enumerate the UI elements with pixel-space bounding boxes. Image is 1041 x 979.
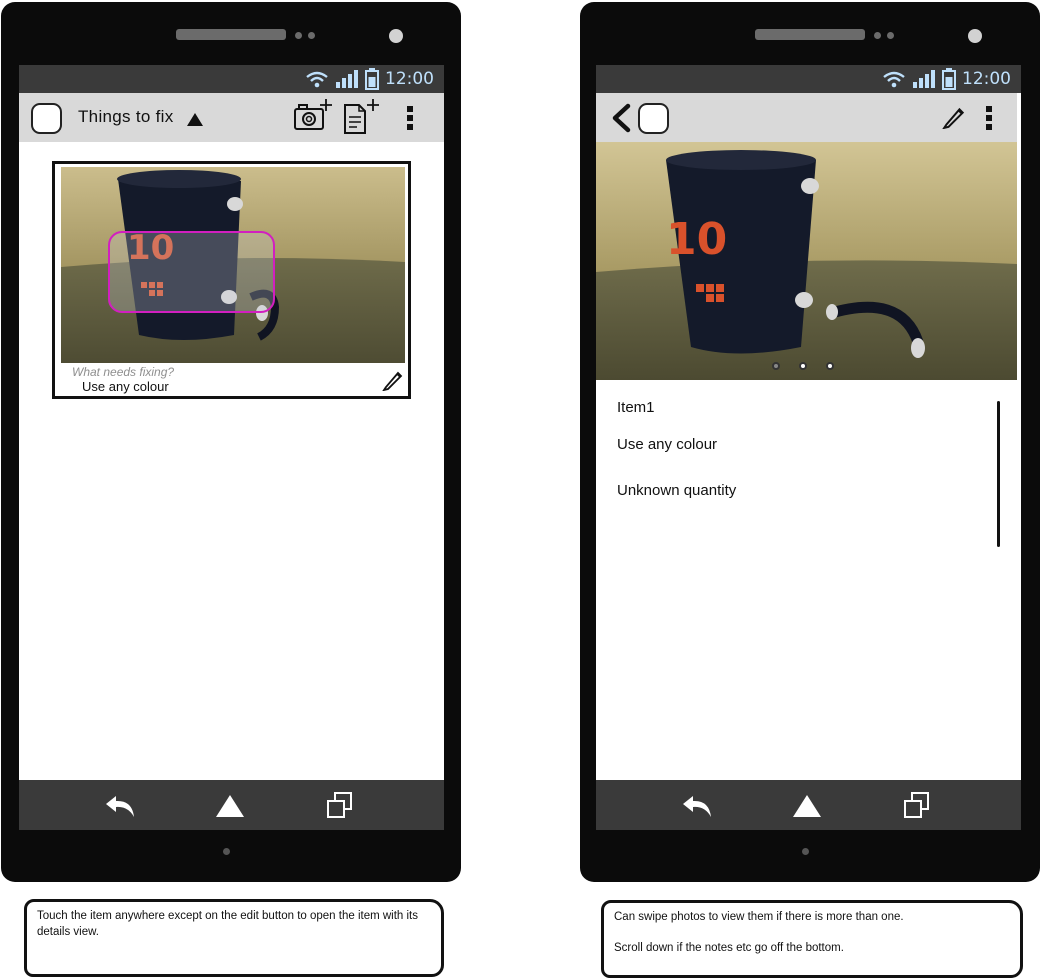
home-indicator bbox=[802, 848, 809, 855]
battery-icon bbox=[365, 68, 379, 90]
photo-gallery[interactable]: 10 bbox=[596, 142, 1017, 380]
annotation-text: Can swipe photos to view them if there i… bbox=[614, 911, 904, 923]
photo-page-indicator[interactable] bbox=[772, 362, 780, 370]
photo-page-indicator[interactable] bbox=[799, 362, 807, 370]
speaker-grille bbox=[176, 29, 286, 40]
action-bar: Things to fix bbox=[19, 93, 444, 142]
app-icon[interactable] bbox=[638, 103, 669, 134]
add-photo-icon[interactable] bbox=[292, 97, 334, 133]
annotation-note-left: Touch the item anywhere except on the ed… bbox=[24, 899, 444, 977]
photo-page-indicator[interactable] bbox=[826, 362, 834, 370]
sensor-dot bbox=[295, 32, 302, 39]
dropdown-caret-icon[interactable] bbox=[187, 113, 203, 126]
status-time: 12:00 bbox=[385, 69, 434, 89]
detail-screen: 12:00 10 Item1 Use any colour Unknown qu… bbox=[596, 65, 1021, 830]
nav-back-icon[interactable] bbox=[680, 790, 716, 822]
nav-home-icon[interactable] bbox=[212, 790, 248, 822]
nav-recents-icon[interactable] bbox=[322, 790, 358, 822]
app-icon[interactable] bbox=[31, 103, 62, 134]
page-title[interactable]: Things to fix bbox=[78, 107, 174, 127]
navigation-bar bbox=[19, 780, 444, 830]
add-note-icon[interactable] bbox=[341, 97, 383, 135]
sensor-dot bbox=[887, 32, 894, 39]
item-title: Item1 bbox=[617, 399, 655, 416]
front-camera bbox=[389, 29, 403, 43]
item-description: Use any colour bbox=[82, 379, 169, 394]
item-card[interactable]: 10 What needs fixing? Use any colour bbox=[52, 161, 411, 399]
annotation-text: Touch the item anywhere except on the ed… bbox=[37, 910, 419, 938]
status-time: 12:00 bbox=[962, 69, 1011, 89]
annotation-text: Scroll down if the notes etc go off the … bbox=[614, 942, 844, 954]
action-bar bbox=[596, 93, 1017, 142]
status-bar: 12:00 bbox=[19, 65, 444, 93]
edit-pencil-icon[interactable] bbox=[942, 105, 966, 129]
item-placeholder: What needs fixing? bbox=[72, 365, 175, 379]
nav-home-icon[interactable] bbox=[789, 790, 825, 822]
item-note: Unknown quantity bbox=[617, 482, 737, 499]
sensor-dot bbox=[308, 32, 315, 39]
item-photo: 10 bbox=[61, 167, 405, 363]
nav-back-icon[interactable] bbox=[103, 790, 139, 822]
phone-frame-list: 12:00 Things to fix 10 What needs fixing… bbox=[1, 2, 461, 882]
overflow-menu-icon[interactable] bbox=[985, 106, 993, 130]
sensor-dot bbox=[874, 32, 881, 39]
front-camera bbox=[968, 29, 982, 43]
home-indicator bbox=[223, 848, 230, 855]
selection-highlight bbox=[108, 231, 275, 313]
status-bar: 12:00 bbox=[596, 65, 1021, 93]
speaker-grille bbox=[755, 29, 865, 40]
edit-pencil-icon[interactable] bbox=[382, 369, 404, 391]
svg-text:10: 10 bbox=[666, 214, 727, 265]
battery-icon bbox=[942, 68, 956, 90]
overflow-menu-icon[interactable] bbox=[406, 106, 414, 130]
navigation-bar bbox=[596, 780, 1021, 830]
scrollbar[interactable] bbox=[997, 401, 1000, 547]
back-arrow-icon[interactable] bbox=[610, 103, 632, 133]
signal-icon bbox=[913, 70, 935, 88]
signal-icon bbox=[336, 70, 358, 88]
wifi-icon bbox=[306, 71, 328, 88]
phone-frame-detail: 12:00 10 Item1 Use any colour Unknown qu… bbox=[580, 2, 1040, 882]
annotation-note-right: Can swipe photos to view them if there i… bbox=[601, 900, 1023, 978]
item-note: Use any colour bbox=[617, 436, 718, 453]
wifi-icon bbox=[883, 71, 905, 88]
list-screen: 12:00 Things to fix 10 What needs fixing… bbox=[19, 65, 444, 830]
nav-recents-icon[interactable] bbox=[899, 790, 935, 822]
